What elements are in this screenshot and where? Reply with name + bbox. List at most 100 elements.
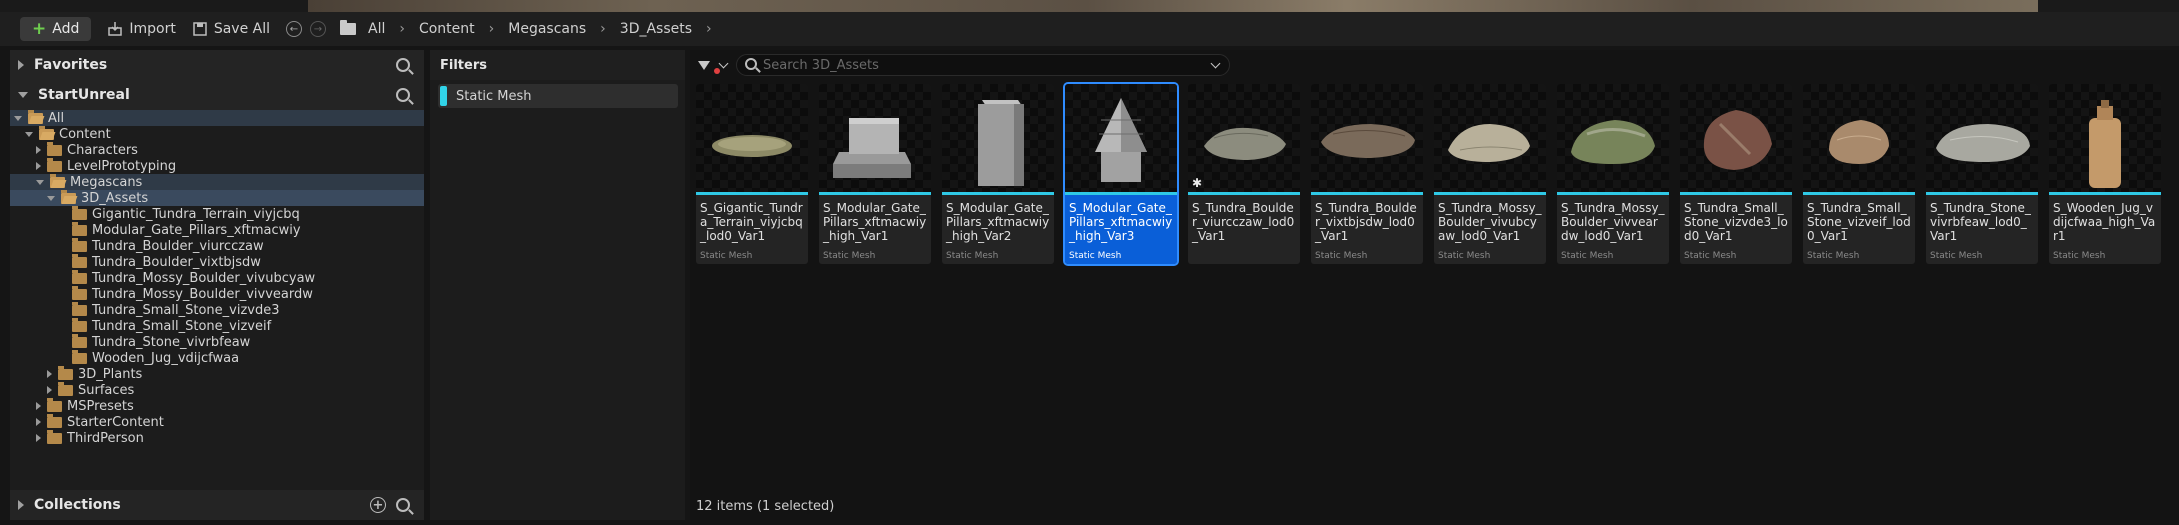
history-forward-icon[interactable]: → xyxy=(310,21,326,37)
expand-arrow-icon[interactable] xyxy=(36,418,41,426)
expand-arrow-icon[interactable] xyxy=(47,370,52,378)
asset-tile[interactable]: S_Wooden_Jug_vdijcfwaa_high_Var1 Static M… xyxy=(2049,84,2161,264)
asset-tile[interactable]: S_Tundra_Mossy_Boulder_vivubcyaw_lod0_Va… xyxy=(1434,84,1546,264)
breadcrumb-item-megascans[interactable]: Megascans xyxy=(508,21,586,37)
collapse-arrow-icon[interactable] xyxy=(47,195,55,201)
breadcrumb-item-all[interactable]: All xyxy=(368,21,385,37)
collapse-arrow-icon[interactable] xyxy=(25,131,33,137)
sources-panel: Favorites StartUnreal All Content Characte… xyxy=(10,50,424,520)
tree-item[interactable]: Megascans xyxy=(10,173,424,190)
tree-item-label: Modular_Gate_Pillars_xftmacwiy xyxy=(92,222,301,238)
asset-tile[interactable]: S_Gigantic_Tundra_Terrain_viyjcbq_lod0_V… xyxy=(696,84,808,264)
tree-item-label: Content xyxy=(59,126,111,142)
tree-item[interactable]: Tundra_Mossy_Boulder_vivubcyaw xyxy=(10,269,424,286)
tree-item[interactable]: Tundra_Mossy_Boulder_vivveardw xyxy=(10,285,424,302)
asset-preview-image xyxy=(978,100,1024,186)
tree-item[interactable]: 3D_Plants xyxy=(10,365,424,382)
add-button[interactable]: + Add xyxy=(20,17,92,41)
save-all-button[interactable]: Save All xyxy=(192,21,270,37)
search-icon[interactable] xyxy=(396,498,410,512)
expand-arrow-icon[interactable] xyxy=(18,60,24,70)
asset-tile[interactable]: S_Tundra_Small_Stone_vizveif_lod0_Var1 St… xyxy=(1803,84,1915,264)
tree-item[interactable]: Content xyxy=(10,125,424,142)
asset-tile[interactable]: S_Modular_Gate_Pillars_xftmacwiy_high_Va… xyxy=(942,84,1054,264)
asset-tile[interactable]: S_Modular_Gate_Pillars_xftmacwiy_high_Va… xyxy=(819,84,931,264)
tree-item[interactable]: Tundra_Boulder_viurcczaw xyxy=(10,237,424,254)
filters-title: Filters xyxy=(440,57,487,73)
favorites-header[interactable]: Favorites xyxy=(10,50,424,80)
asset-preview-image xyxy=(1571,120,1655,164)
asset-type-label: Static Mesh xyxy=(1684,251,1737,261)
collapse-arrow-icon[interactable] xyxy=(14,115,22,121)
asset-preview-image xyxy=(2089,100,2121,188)
asset-tile[interactable]: S_Modular_Gate_Pillars_xftmacwiy_high_Va… xyxy=(1063,82,1179,266)
folder-icon xyxy=(72,205,87,220)
project-header[interactable]: StartUnreal xyxy=(10,80,424,110)
asset-name: S_Gigantic_Tundra_Terrain_viyjcbq_lod0_V… xyxy=(700,201,803,243)
tree-item[interactable]: Tundra_Small_Stone_vizveif xyxy=(10,317,424,334)
chevron-right-icon[interactable]: › xyxy=(706,21,712,37)
asset-type-label: Static Mesh xyxy=(1069,251,1122,261)
asset-type-label: Static Mesh xyxy=(700,251,753,261)
tree-item[interactable]: Tundra_Boulder_vixtbjsdw xyxy=(10,253,424,270)
asset-name: S_Modular_Gate_Pillars_xftmacwiy_high_Va… xyxy=(1069,201,1173,243)
asset-tile[interactable]: S_Tundra_Small_Stone_vizvde3_lod0_Var1 St… xyxy=(1680,84,1792,264)
expand-arrow-icon[interactable] xyxy=(18,500,24,510)
chevron-down-icon[interactable] xyxy=(1210,58,1221,69)
tree-item[interactable]: StarterContent xyxy=(10,413,424,430)
import-button[interactable]: Import xyxy=(107,21,176,37)
tree-item[interactable]: Characters xyxy=(10,141,424,158)
tree-item[interactable]: Tundra_Stone_vivrbfeaw xyxy=(10,333,424,350)
tree-item-label: MSPresets xyxy=(67,398,134,414)
tree-item-label: Tundra_Small_Stone_vizvde3 xyxy=(92,302,280,318)
expand-arrow-icon[interactable] xyxy=(36,162,41,170)
tree-item[interactable]: All xyxy=(10,109,424,126)
tree-item[interactable]: LevelPrototyping xyxy=(10,157,424,174)
add-collection-icon[interactable]: + xyxy=(370,497,386,513)
search-icon[interactable] xyxy=(396,58,410,72)
breadcrumb-item-content[interactable]: Content xyxy=(419,21,475,37)
filter-chip-static-mesh[interactable]: Static Mesh xyxy=(438,84,678,108)
chevron-right-icon[interactable]: › xyxy=(399,21,405,37)
asset-type-label: Static Mesh xyxy=(1807,251,1860,261)
search-icon[interactable] xyxy=(396,88,410,102)
filter-dropdown-button[interactable] xyxy=(698,56,732,74)
tree-item[interactable]: Surfaces xyxy=(10,381,424,398)
viewport-scene xyxy=(308,0,2038,12)
collapse-arrow-icon[interactable] xyxy=(18,92,28,98)
folder-icon xyxy=(58,381,73,396)
tree-item[interactable]: Modular_Gate_Pillars_xftmacwiy xyxy=(10,221,424,238)
asset-type-label: Static Mesh xyxy=(1315,251,1368,261)
tree-item[interactable]: Gigantic_Tundra_Terrain_viyjcbq xyxy=(10,205,424,222)
tree-item[interactable]: 3D_Assets xyxy=(10,189,424,206)
collections-header[interactable]: Collections + xyxy=(10,490,424,520)
tree-item-label: Surfaces xyxy=(78,382,135,398)
expand-arrow-icon[interactable] xyxy=(36,146,41,154)
asset-name: S_Tundra_Small_Stone_vizveif_lod0_Var1 xyxy=(1807,201,1911,243)
asset-tile[interactable]: S_Tundra_Stone_vivrbfeaw_lod0_Var1 Static… xyxy=(1926,84,2038,264)
history-back-icon[interactable]: ← xyxy=(286,21,302,37)
chevron-right-icon[interactable]: › xyxy=(489,21,495,37)
asset-tile[interactable]: S_Tundra_Boulder_vixtbjsdw_lod0_Var1 Stat… xyxy=(1311,84,1423,264)
tree-item-label: ThirdPerson xyxy=(67,430,144,446)
filter-color-bar[interactable] xyxy=(440,86,447,106)
collapse-arrow-icon[interactable] xyxy=(36,179,44,185)
expand-arrow-icon[interactable] xyxy=(36,402,41,410)
expand-arrow-icon[interactable] xyxy=(47,386,52,394)
asset-tile[interactable]: ✱ S_Tundra_Boulder_viurcczaw_lod0_Var1 xyxy=(1188,84,1300,264)
tree-item-label: Tundra_Small_Stone_vizveif xyxy=(92,318,272,334)
expand-arrow-icon[interactable] xyxy=(36,434,41,442)
breadcrumb-item-3d-assets[interactable]: 3D_Assets xyxy=(620,21,692,37)
tree-item[interactable]: Tundra_Small_Stone_vizvde3 xyxy=(10,301,424,318)
folder-icon[interactable] xyxy=(340,20,356,35)
asset-thumbnail xyxy=(1434,84,1546,192)
tree-item[interactable]: MSPresets xyxy=(10,397,424,414)
tree-item[interactable]: Wooden_Jug_vdijcfwaa xyxy=(10,349,424,366)
chevron-right-icon[interactable]: › xyxy=(600,21,606,37)
breadcrumb: All › Content › Megascans › 3D_Assets › xyxy=(368,21,726,37)
asset-thumbnail xyxy=(819,84,931,192)
tree-item[interactable]: ThirdPerson xyxy=(10,429,424,446)
folder-icon xyxy=(61,189,76,204)
asset-search-input[interactable]: Search 3D_Assets xyxy=(736,54,1230,76)
asset-tile[interactable]: S_Tundra_Mossy_Boulder_vivveardw_lod0_Va… xyxy=(1557,84,1669,264)
